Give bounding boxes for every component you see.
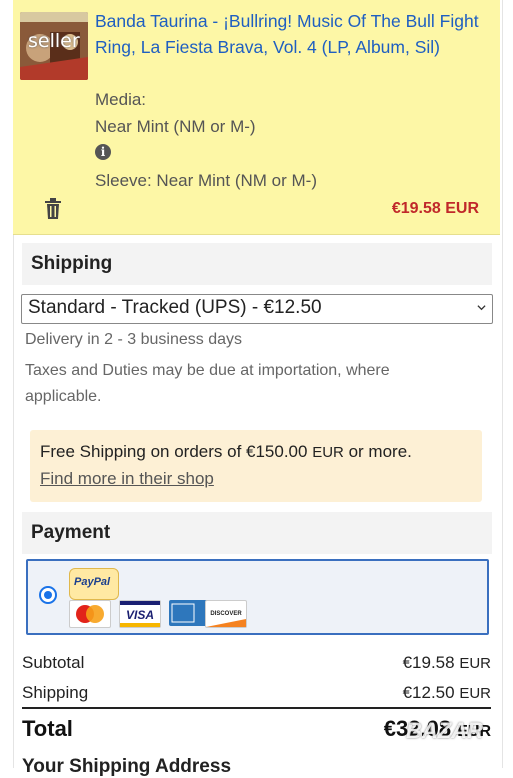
album-cover-thumbnail[interactable]: seller [20,12,88,80]
visa-icon: VISA [119,600,161,628]
shipping-address-heading: Your Shipping Address [22,756,232,777]
item-price: €19.58 EUR [391,200,479,217]
paypal-payment-option[interactable]: PayPal VISA DISCOVER [26,559,489,635]
item-title-link[interactable]: Banda Taurina - ¡Bullring! Music Of The … [95,8,490,60]
seller-overlay-text: seller [28,30,80,52]
paypal-logo: PayPal [69,568,119,600]
subtotal-value: €19.58 EUR [402,653,491,672]
svg-text:DISCOVER: DISCOVER [210,611,242,617]
shipping-heading: Shipping [31,253,113,274]
taxes-notice: Taxes and Duties may be due at importati… [25,362,390,405]
shipping-cost-row: Shipping €12.50 EUR [22,683,491,703]
subtotal-row: Subtotal €19.58 EUR [22,653,491,673]
media-condition: Near Mint (NM or M-) [95,117,256,136]
chevron-down-icon [477,305,486,311]
shipping-method-select[interactable]: Standard - Tracked (UPS) - €12.50 [21,294,493,324]
find-more-link[interactable]: Find more in their shop [40,469,214,489]
amex-icon [169,600,209,626]
cart-item: seller Banda Taurina - ¡Bullring! Music … [13,0,500,235]
svg-text:VISA: VISA [126,608,154,622]
mastercard-icon [69,600,111,628]
payment-radio-selected[interactable] [39,586,57,604]
shipping-method-value: Standard - Tracked (UPS) - €12.50 [28,297,322,318]
trash-icon[interactable] [43,198,63,220]
media-label: Media: [95,90,147,109]
shipping-cost-value: €12.50 EUR [402,683,491,702]
shipping-cost-label: Shipping [22,683,89,702]
info-icon[interactable]: i [95,144,111,160]
total-divider [22,707,491,709]
watermark-logo: BAZAR [406,718,483,743]
free-shipping-text: Free Shipping on orders of €150.00 EUR o… [40,442,412,461]
delivery-estimate: Delivery in 2 - 3 business days [25,331,242,348]
subtotal-label: Subtotal [22,653,85,672]
total-label: Total [22,716,73,741]
free-shipping-notice: Free Shipping on orders of €150.00 EUR o… [30,430,482,502]
payment-heading: Payment [31,522,111,543]
discover-icon: DISCOVER [205,600,247,628]
payment-header: Payment [22,512,492,554]
shipping-header: Shipping [22,243,492,285]
sleeve-condition: Sleeve: Near Mint (NM or M-) [95,171,317,190]
